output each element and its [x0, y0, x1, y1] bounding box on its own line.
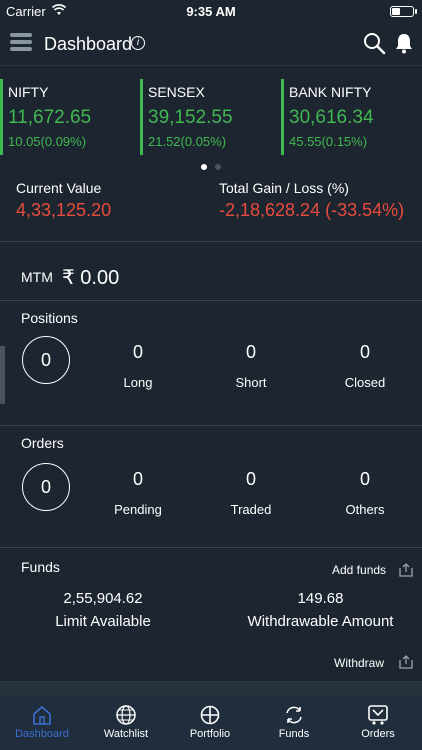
stat-value: 0	[132, 469, 143, 489]
index-card-sensex[interactable]: SENSEX 39,152.55 21.52(0.05%)	[140, 79, 278, 155]
cart-icon	[368, 705, 388, 725]
stat-label: Others	[345, 502, 385, 517]
mtm-label: MTM	[21, 269, 53, 285]
index-card-nifty[interactable]: NIFTY 11,672.65 10.05(0.09%)	[0, 79, 138, 155]
home-icon	[33, 705, 51, 725]
current-value: 4,33,125.20	[16, 200, 112, 220]
page-indicator[interactable]	[0, 157, 422, 175]
gain-loss-label: Total Gain / Loss (%)	[219, 180, 349, 196]
current-value-block: Current Value 4,33,125.20	[16, 180, 111, 221]
orders-traded[interactable]: 0 Traded	[201, 469, 301, 517]
share-icon[interactable]	[399, 563, 413, 577]
orders-total[interactable]: 0	[22, 463, 70, 511]
stat-label: Short	[235, 375, 267, 390]
tab-label: Watchlist	[103, 728, 149, 740]
globe-icon	[116, 705, 136, 725]
index-change: 10.05(0.09%)	[8, 134, 87, 149]
index-name: NIFTY	[8, 84, 49, 100]
orders-pending[interactable]: 0 Pending	[88, 469, 188, 517]
tab-label: Funds	[278, 728, 310, 740]
transfer-icon	[286, 706, 302, 724]
positions-section: Positions 0 0 Long 0 Short 0 Closed	[0, 302, 422, 426]
current-value-label: Current Value	[16, 180, 102, 196]
positions-title: Positions	[21, 310, 78, 326]
tab-label: Dashboard	[15, 728, 69, 740]
stat-value: 0	[245, 342, 256, 362]
index-card-bank-nifty[interactable]: BANK NIFTY 30,616.34 45.55(0.15%)	[281, 79, 419, 155]
positions-long[interactable]: 0 Long	[88, 342, 188, 390]
portfolio-summary: Current Value 4,33,125.20 Total Gain / L…	[0, 176, 422, 242]
status-time: 9:35 AM	[186, 4, 236, 19]
index-value: 39,152.55	[148, 107, 233, 128]
stat-label: Closed	[344, 375, 386, 390]
tab-label: Portfolio	[189, 728, 231, 740]
tab-bar: Dashboard Watchlist Portfolio Funds Orde…	[0, 681, 422, 750]
funds-section: Funds Add funds 2,55,904.62 Limit Availa…	[0, 548, 422, 680]
positions-short[interactable]: 0 Short	[201, 342, 301, 390]
tab-funds[interactable]: Funds	[252, 704, 336, 740]
nav-bar: Dashboard i	[0, 22, 422, 66]
menu-icon[interactable]	[10, 33, 32, 53]
battery-tip	[415, 9, 417, 14]
index-name: BANK NIFTY	[289, 84, 372, 100]
bell-icon[interactable]	[394, 32, 414, 54]
search-icon[interactable]	[362, 31, 386, 55]
funds-title: Funds	[21, 559, 60, 575]
stat-label: Long	[123, 375, 153, 390]
page-dot-active[interactable]	[201, 164, 207, 170]
orders-title: Orders	[21, 435, 64, 451]
mtm-value: ₹ 0.00	[62, 267, 120, 289]
gain-loss-value: -2,18,628.24 (-33.54%)	[219, 200, 405, 220]
index-change: 21.52(0.05%)	[148, 134, 227, 149]
withdrawable-value: 149.68	[297, 590, 344, 607]
index-carousel[interactable]: NIFTY 11,672.65 10.05(0.09%) SENSEX 39,1…	[0, 79, 422, 170]
gain-loss-block: Total Gain / Loss (%) -2,18,628.24 (-33.…	[219, 180, 404, 221]
page-title: Dashboard	[44, 34, 133, 54]
positions-total[interactable]: 0	[22, 336, 70, 384]
orders-others[interactable]: 0 Others	[315, 469, 415, 517]
limit-available-value: 2,55,904.62	[63, 590, 143, 607]
mtm-row: MTM ₹ 0.00	[0, 243, 422, 301]
orders-section: Orders 0 0 Pending 0 Traded 0 Others	[0, 427, 422, 548]
index-value: 11,672.65	[8, 107, 92, 128]
positions-closed[interactable]: 0 Closed	[315, 342, 415, 390]
index-change: 45.55(0.15%)	[289, 134, 368, 149]
index-name: SENSEX	[148, 84, 205, 100]
withdrawable-amount: 149.68 Withdrawable Amount	[228, 590, 413, 630]
stat-value: 0	[359, 469, 370, 489]
tab-portfolio[interactable]: Portfolio	[168, 704, 252, 740]
info-icon[interactable]: i	[131, 36, 145, 50]
withdrawable-label: Withdrawable Amount	[247, 613, 394, 630]
tab-label: Orders	[361, 728, 395, 740]
limit-available: 2,55,904.62 Limit Available	[23, 590, 183, 630]
share-icon[interactable]	[399, 655, 413, 669]
add-funds-link[interactable]: Add funds	[332, 563, 386, 577]
stat-value: 0	[132, 342, 143, 362]
portfolio-icon	[200, 705, 220, 725]
withdraw-link[interactable]: Withdraw	[334, 656, 384, 670]
stat-value: 0	[245, 469, 256, 489]
index-value: 30,616.34	[289, 107, 374, 128]
tab-orders[interactable]: Orders	[336, 704, 420, 740]
status-bar: Carrier 9:35 AM	[0, 0, 422, 22]
battery-icon	[390, 6, 414, 17]
stat-label: Traded	[230, 502, 272, 517]
tab-watchlist[interactable]: Watchlist	[84, 704, 168, 740]
stat-value: 0	[359, 342, 370, 362]
page-dot[interactable]	[215, 164, 221, 170]
limit-available-label: Limit Available	[55, 613, 151, 630]
stat-label: Pending	[114, 502, 162, 517]
tab-dashboard[interactable]: Dashboard	[0, 704, 84, 740]
